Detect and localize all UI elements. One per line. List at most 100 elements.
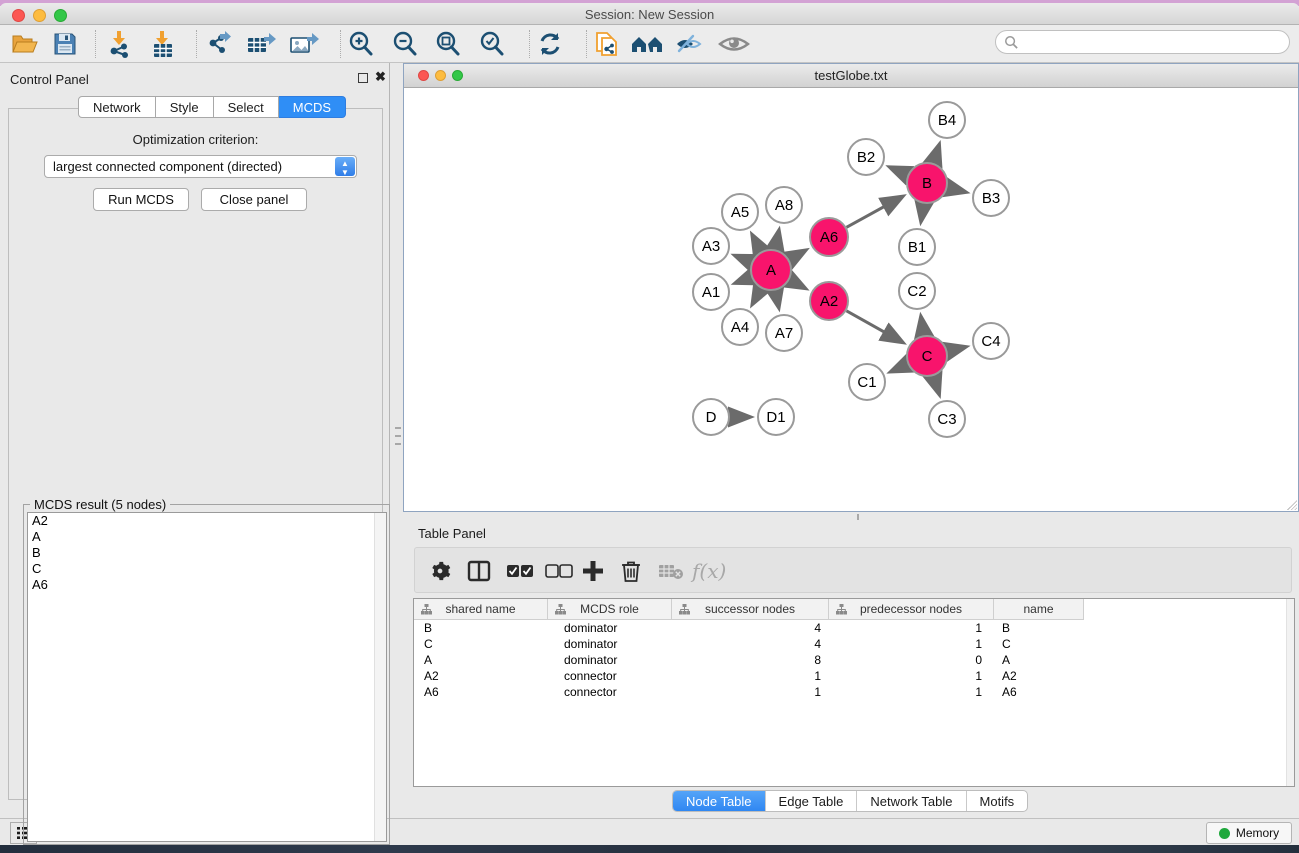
show-all-icon[interactable]: [717, 29, 751, 59]
column-header-MCDS-role[interactable]: MCDS role: [548, 599, 672, 620]
node-table[interactable]: shared nameMCDS rolesuccessor nodesprede…: [413, 598, 1295, 787]
network-graph[interactable]: B4 B2 B B3 A5A8A6 B1 A3 A A1 A2 C2 A4A7 C4 C C1 C3 D D1: [405, 88, 1297, 511]
node-B2[interactable]: B2: [848, 139, 884, 175]
node-A8[interactable]: A8: [766, 187, 802, 223]
tab-network[interactable]: Network: [78, 96, 156, 118]
vertical-splitter-grip[interactable]: [394, 427, 402, 445]
result-list-scrollbar[interactable]: [374, 513, 386, 841]
edge-A2-C[interactable]: [846, 311, 901, 342]
table-row[interactable]: A6connector11A6: [414, 684, 1294, 700]
tab-edge-table[interactable]: Edge Table: [766, 791, 858, 811]
node-C4[interactable]: C4: [973, 323, 1009, 359]
edge-C-C3[interactable]: [933, 376, 938, 393]
tab-motifs[interactable]: Motifs: [967, 791, 1028, 811]
edge-B-B3[interactable]: [947, 188, 964, 192]
node-B1[interactable]: B1: [899, 229, 935, 265]
table-row[interactable]: Cdominator41C: [414, 636, 1294, 652]
tab-style[interactable]: Style: [156, 96, 214, 118]
node-D[interactable]: D: [693, 399, 729, 435]
open-file-icon[interactable]: [8, 29, 42, 59]
delete-icon[interactable]: [621, 556, 641, 586]
edge-C-C2[interactable]: [921, 318, 924, 336]
tab-node-table[interactable]: Node Table: [673, 791, 766, 811]
edge-A-A7[interactable]: [775, 291, 778, 307]
column-header-successor-nodes[interactable]: successor nodes: [672, 599, 829, 620]
edge-B-B1[interactable]: [921, 204, 924, 221]
zoom-in-icon[interactable]: [344, 29, 378, 59]
search-input[interactable]: [995, 30, 1290, 54]
edge-C-C4[interactable]: [947, 347, 964, 351]
node-C3[interactable]: C3: [929, 401, 965, 437]
zoom-selected-icon[interactable]: [475, 29, 509, 59]
zoom-fit-icon[interactable]: [431, 29, 465, 59]
node-A3[interactable]: A3: [693, 228, 729, 264]
table-row[interactable]: Bdominator41B: [414, 620, 1294, 636]
edge-A-A6[interactable]: [789, 251, 804, 260]
select-all-icon[interactable]: [506, 556, 534, 586]
network-window-titlebar[interactable]: testGlobe.txt: [404, 64, 1298, 88]
node-A2[interactable]: A2: [810, 282, 848, 320]
node-B[interactable]: B: [907, 163, 947, 203]
close-panel-icon[interactable]: ✖: [375, 72, 386, 82]
export-network-icon[interactable]: [203, 29, 237, 59]
table-row[interactable]: A2connector11A2: [414, 668, 1294, 684]
node-C[interactable]: C: [907, 336, 947, 376]
import-network-icon[interactable]: [103, 29, 137, 59]
node-A6[interactable]: A6: [810, 218, 848, 256]
hide-selected-icon[interactable]: [672, 29, 706, 59]
float-panel-icon[interactable]: [358, 73, 368, 83]
import-table-icon[interactable]: [146, 29, 180, 59]
deselect-all-icon[interactable]: [545, 556, 573, 586]
column-header-predecessor-nodes[interactable]: predecessor nodes: [829, 599, 994, 620]
edge-A-A5[interactable]: [753, 236, 761, 252]
edge-C-C1[interactable]: [892, 364, 908, 371]
result-item[interactable]: A: [28, 529, 386, 545]
tab-select[interactable]: Select: [214, 96, 279, 118]
edge-B-B4[interactable]: [933, 146, 938, 163]
zoom-out-icon[interactable]: [388, 29, 422, 59]
save-session-icon[interactable]: [48, 29, 82, 59]
edge-A-A1[interactable]: [736, 277, 751, 282]
close-panel-button[interactable]: Close panel: [201, 188, 307, 211]
node-A7[interactable]: A7: [766, 315, 802, 351]
tab-mcds[interactable]: MCDS: [279, 96, 346, 118]
tab-network-table[interactable]: Network Table: [857, 791, 966, 811]
node-D1[interactable]: D1: [758, 399, 794, 435]
edge-A6-B[interactable]: [847, 197, 902, 227]
node-C2[interactable]: C2: [899, 273, 935, 309]
run-mcds-button[interactable]: Run MCDS: [93, 188, 189, 211]
node-A4[interactable]: A4: [722, 309, 758, 345]
node-A[interactable]: A: [751, 250, 791, 290]
column-header-shared-name[interactable]: shared name: [414, 599, 548, 620]
result-item[interactable]: A6: [28, 577, 386, 593]
edge-A-A8[interactable]: [775, 231, 779, 249]
edge-A-A4[interactable]: [753, 288, 761, 303]
edge-A-A3[interactable]: [736, 256, 751, 262]
table-options-icon[interactable]: [429, 556, 451, 586]
node-A1[interactable]: A1: [693, 274, 729, 310]
edge-A-A2[interactable]: [790, 280, 805, 288]
node-B4[interactable]: B4: [929, 102, 965, 138]
table-scrollbar[interactable]: [1286, 599, 1294, 786]
network-canvas[interactable]: B4 B2 B B3 A5A8A6 B1 A3 A A1 A2 C2 A4A7 C4 C C1 C3 D D1: [405, 88, 1297, 511]
first-neighbors-icon[interactable]: [630, 29, 664, 59]
edge-B-B2[interactable]: [891, 168, 908, 175]
result-item[interactable]: B: [28, 545, 386, 561]
node-B3[interactable]: B3: [973, 180, 1009, 216]
result-item[interactable]: A2: [28, 513, 386, 529]
export-table-icon[interactable]: [244, 29, 278, 59]
result-item[interactable]: C: [28, 561, 386, 577]
refresh-icon[interactable]: [533, 29, 567, 59]
node-A5[interactable]: A5: [722, 194, 758, 230]
column-header-name[interactable]: name: [994, 599, 1084, 620]
add-icon[interactable]: [582, 556, 604, 586]
export-image-icon[interactable]: [287, 29, 321, 59]
network-resize-grip[interactable]: [1287, 500, 1297, 510]
mcds-result-list[interactable]: A2ABCA6: [27, 512, 387, 842]
memory-button[interactable]: Memory: [1206, 822, 1292, 844]
criterion-dropdown[interactable]: largest connected component (directed) ▲…: [44, 155, 357, 178]
node-C1[interactable]: C1: [849, 364, 885, 400]
clone-network-icon[interactable]: [590, 29, 624, 59]
show-columns-icon[interactable]: [467, 556, 491, 586]
table-row[interactable]: Adominator80A: [414, 652, 1294, 668]
